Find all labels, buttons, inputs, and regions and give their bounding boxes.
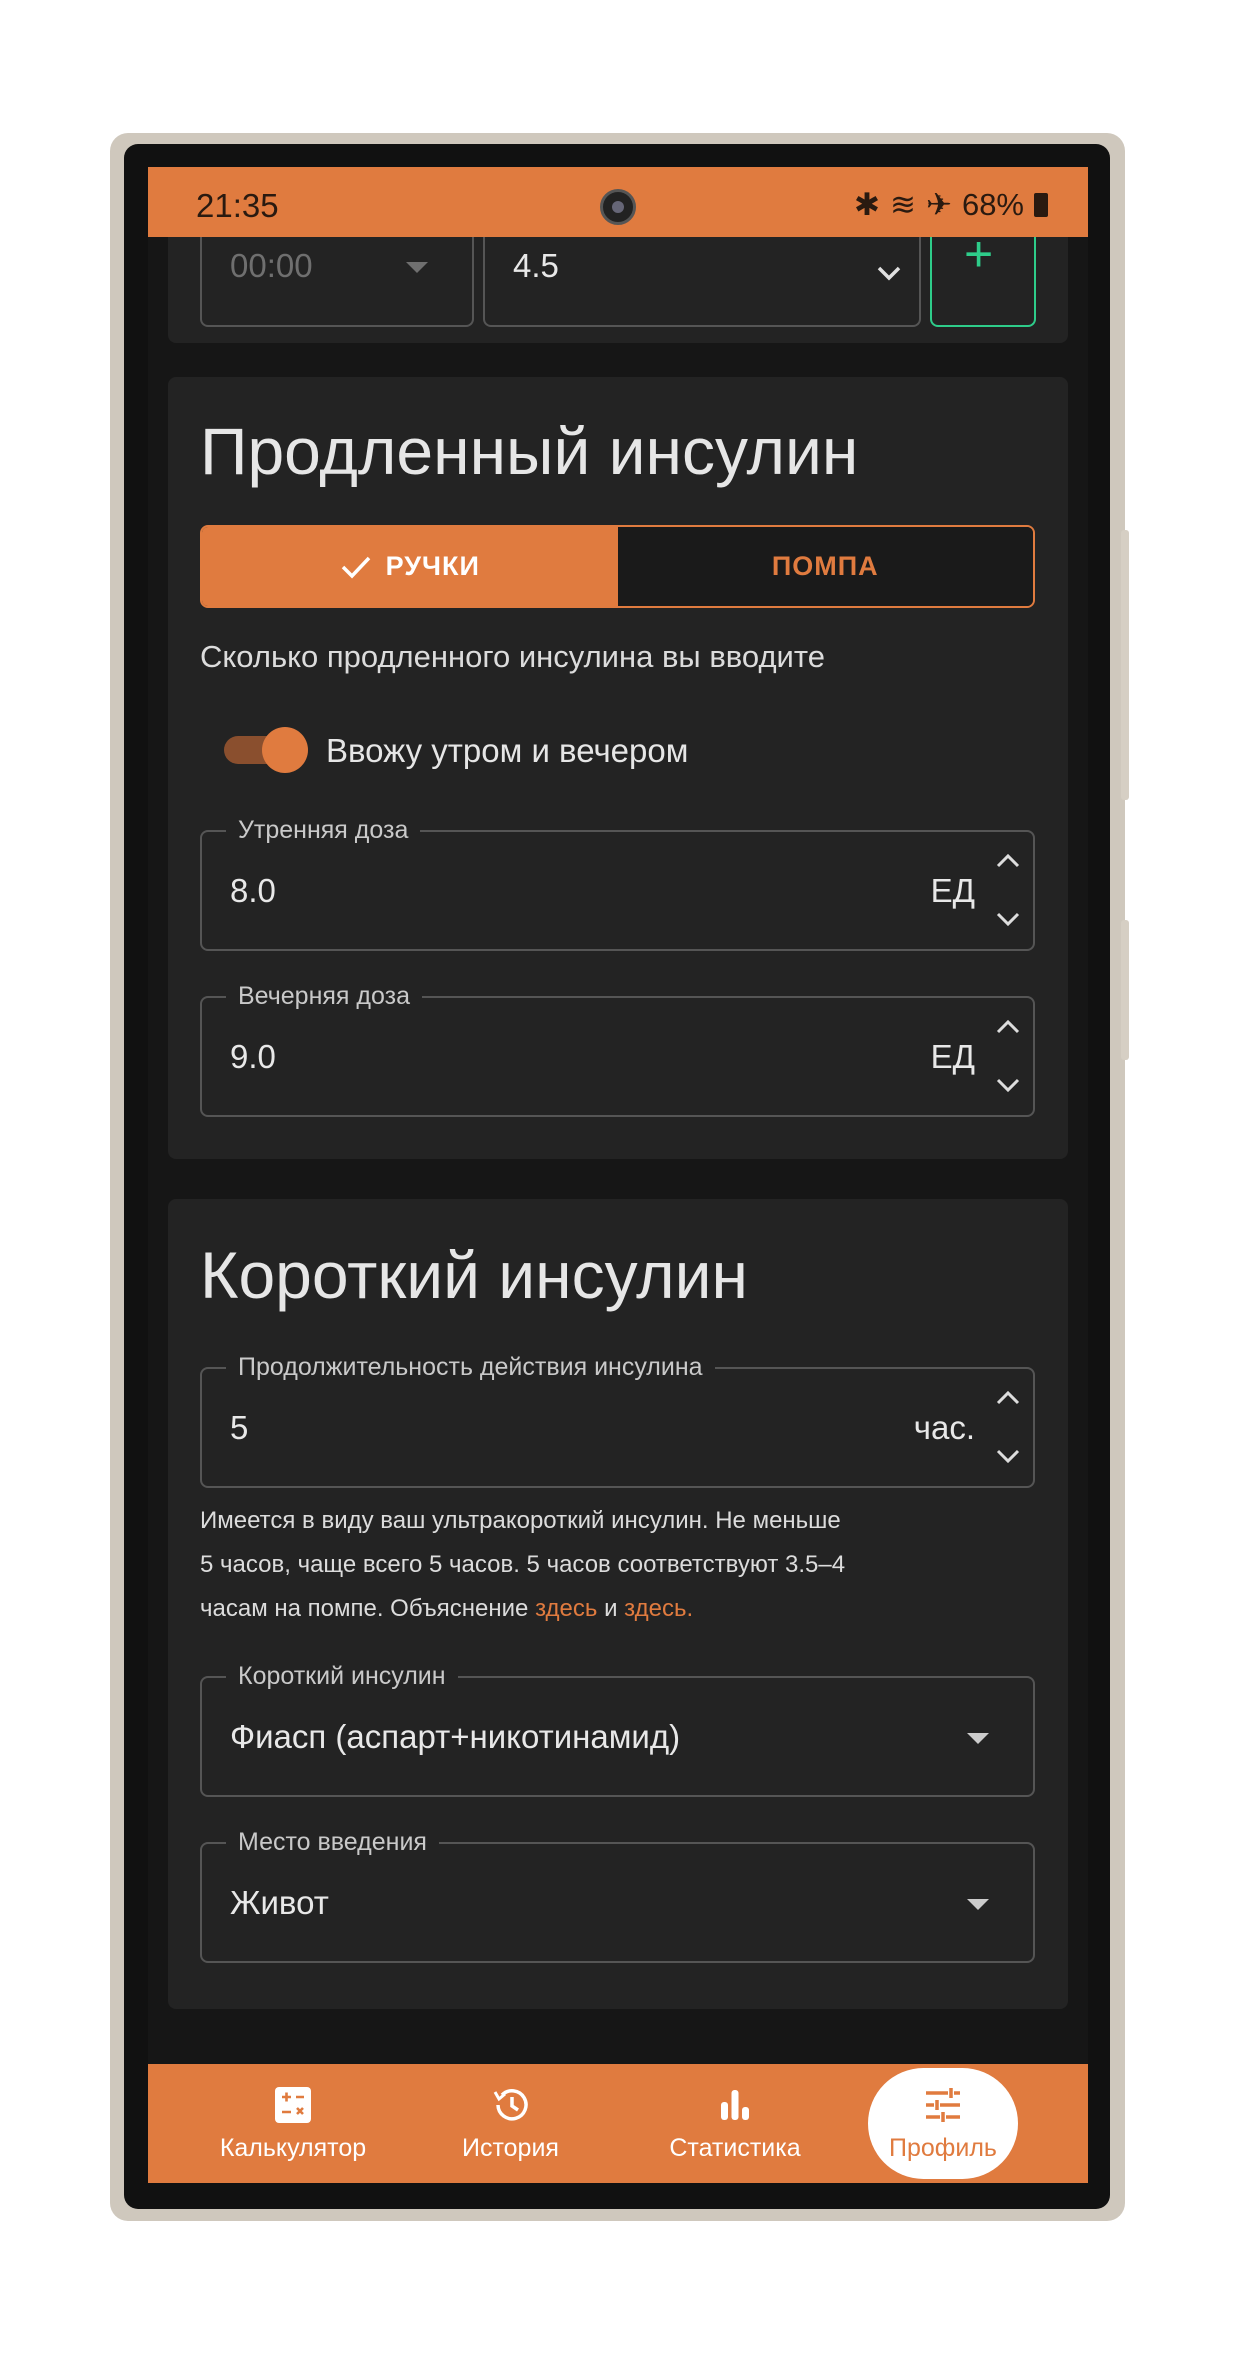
add-button[interactable]: + [930, 226, 1036, 327]
evening-dose-label: Вечерняя доза [226, 982, 422, 1011]
dose-value: 4.5 [513, 247, 559, 284]
battery-percent: 68% [961, 187, 1024, 222]
dose-select[interactable]: 4.5 [483, 227, 921, 327]
status-time: 21:35 [196, 187, 279, 224]
duration-value: 5 [230, 1409, 249, 1446]
power-button [1121, 920, 1129, 1060]
note-text: и [597, 1595, 625, 1622]
check-icon [341, 556, 370, 579]
note-text: часам на помпе. Объяснение [200, 1595, 536, 1622]
tab-pens[interactable]: РУЧКИ [202, 527, 618, 606]
short-insulin-select[interactable]: Короткий инсулин Фиасп (аспарт+никотинам… [200, 1662, 1035, 1797]
nav-history-label: История [462, 2134, 559, 2162]
injection-site-label: Место введения [226, 1828, 439, 1857]
bar-chart-icon [721, 2090, 749, 2120]
increment-icon[interactable] [993, 1383, 1023, 1411]
bottom-navigation: Калькулятор История Статистика Профиль [148, 2064, 1088, 2183]
chevron-down-icon [875, 263, 903, 288]
history-icon [493, 2089, 528, 2121]
note-text: . [686, 1595, 694, 1622]
short-insulin-value: Фиасп (аспарт+никотинамид) [230, 1718, 681, 1755]
duration-field[interactable]: Продолжительность действия инсулина 5 ча… [200, 1353, 1035, 1488]
decrement-icon[interactable] [993, 1072, 1023, 1100]
short-insulin-card: Короткий инсулин Продолжительность дейст… [168, 1199, 1068, 2009]
nav-calculator[interactable]: Калькулятор [193, 2064, 393, 2183]
evening-dose-unit: ЕД [930, 1038, 975, 1075]
nav-statistics-label: Статистика [669, 2134, 801, 2162]
morning-dose-label: Утренняя доза [226, 816, 421, 845]
nav-profile-label: Профиль [889, 2134, 997, 2162]
duration-note: Имеется в виду ваш ультракороткий инсули… [200, 1499, 1020, 1631]
morning-dose-unit: ЕД [930, 872, 975, 909]
volume-button [1121, 530, 1129, 800]
time-value: 00:00 [230, 247, 313, 284]
nav-statistics[interactable]: Статистика [635, 2064, 835, 2183]
airplane-icon: ✈ [925, 187, 952, 222]
chevron-down-icon [967, 1733, 989, 1744]
extended-insulin-card: Продленный инсулин РУЧКИ ПОМПА Сколько п… [168, 377, 1068, 1159]
note-line: часам на помпе. Объяснение здесь и здесь… [200, 1587, 1020, 1631]
section-title: Продленный инсулин [200, 414, 859, 488]
status-bar: 21:35 ✱ ≋ ✈ 68% [148, 167, 1088, 237]
injection-site-select[interactable]: Место введения Живот [200, 1828, 1035, 1963]
short-insulin-label: Короткий инсулин [226, 1662, 458, 1691]
status-icons: ✱ ≋ ✈ 68% [854, 187, 1048, 223]
increment-icon[interactable] [993, 1012, 1023, 1040]
duration-label: Продолжительность действия инсулина [226, 1353, 715, 1382]
note-line: Имеется в виду ваш ультракороткий инсули… [200, 1507, 841, 1534]
duration-unit: час. [913, 1409, 975, 1446]
nav-calculator-label: Калькулятор [219, 2134, 367, 2162]
section-title: Короткий инсулин [200, 1238, 748, 1312]
increment-icon[interactable] [993, 846, 1023, 874]
battery-icon [1034, 193, 1048, 217]
switch-thumb [262, 727, 308, 773]
wifi-icon: ≋ [889, 187, 916, 222]
chevron-down-icon [967, 1899, 989, 1910]
morning-dose-value: 8.0 [230, 872, 276, 909]
twice-daily-switch[interactable] [224, 727, 308, 773]
bluetooth-icon: ✱ [854, 187, 880, 222]
decrement-icon[interactable] [993, 906, 1023, 934]
tab-pump-label: ПОМПА [771, 551, 879, 581]
chevron-down-icon [406, 262, 428, 273]
note-line: 5 часов, чаще всего 5 часов. 5 часов соо… [200, 1551, 846, 1578]
front-camera [600, 189, 636, 225]
tab-pens-label: РУЧКИ [385, 551, 480, 581]
app-screen: 21:35 ✱ ≋ ✈ 68% 00:00 4.5 + Продленный и… [148, 167, 1088, 2183]
delivery-method-toggle: РУЧКИ ПОМПА [200, 525, 1035, 608]
question-text: Сколько продленного инсулина вы вводите [200, 639, 825, 674]
nav-profile[interactable]: Профиль [868, 2068, 1018, 2179]
injection-site-value: Живот [230, 1884, 329, 1921]
morning-dose-field[interactable]: Утренняя доза 8.0 ЕД [200, 816, 1035, 951]
evening-dose-field[interactable]: Вечерняя доза 9.0 ЕД [200, 982, 1035, 1117]
explanation-link-2[interactable]: здесь [624, 1595, 686, 1622]
calculator-icon [275, 2087, 311, 2123]
decrement-icon[interactable] [993, 1443, 1023, 1471]
explanation-link-1[interactable]: здесь [535, 1595, 597, 1622]
tab-pump[interactable]: ПОМПА [617, 527, 1033, 606]
evening-dose-value: 9.0 [230, 1038, 276, 1075]
nav-history[interactable]: История [428, 2064, 593, 2183]
switch-label: Ввожу утром и вечером [326, 732, 689, 769]
time-select[interactable]: 00:00 [200, 227, 474, 327]
tune-icon [926, 2088, 960, 2122]
